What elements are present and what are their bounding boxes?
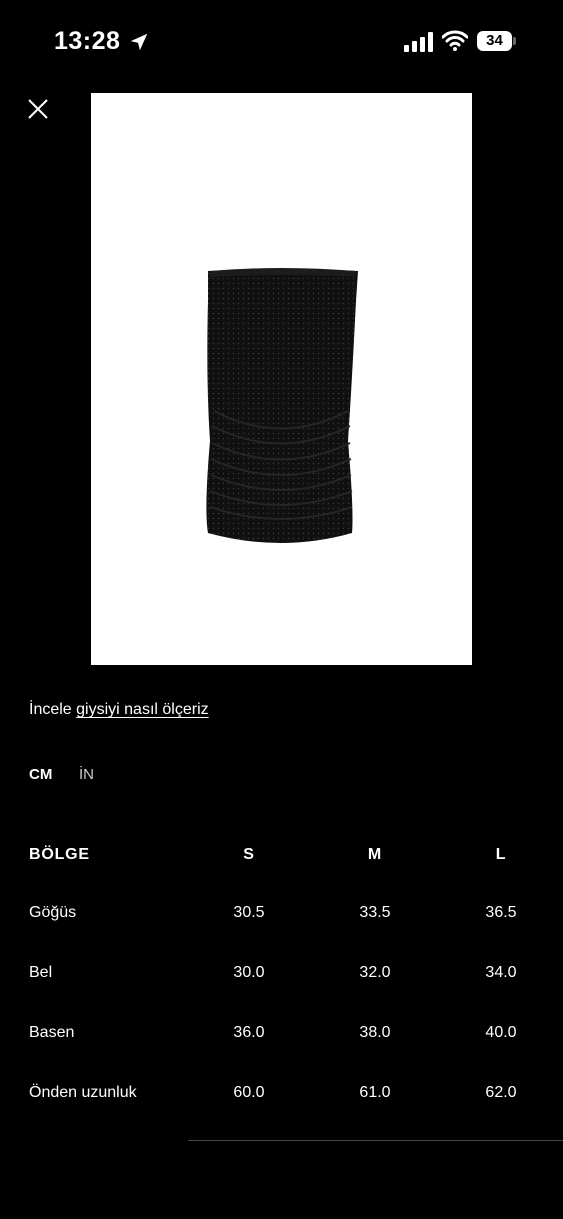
row-label: Göğüs xyxy=(29,904,77,921)
cell-value: 36.0 xyxy=(233,1024,265,1041)
header-size-m: M xyxy=(367,846,383,863)
cell-value: 34.0 xyxy=(485,964,517,981)
table-row: Basen 36.0 38.0 40.0 xyxy=(29,1024,563,1048)
table-row: Önden uzunluk 60.0 61.0 62.0 xyxy=(29,1084,563,1108)
wifi-icon xyxy=(442,30,468,51)
unit-cm-tab[interactable]: CM xyxy=(29,766,52,783)
status-time: 13:28 xyxy=(54,27,121,55)
battery-indicator: 34 xyxy=(477,31,512,51)
unit-in-tab[interactable]: İN xyxy=(79,766,94,783)
header-region: BÖLGE xyxy=(29,846,90,863)
measure-guide: İncele giysiyi nasıl ölçeriz xyxy=(29,701,209,719)
garment-illustration xyxy=(206,268,358,543)
close-icon[interactable] xyxy=(26,97,50,121)
battery-cap xyxy=(513,37,516,45)
location-arrow-icon xyxy=(130,33,148,51)
row-label: Önden uzunluk xyxy=(29,1084,137,1101)
row-label: Basen xyxy=(29,1024,75,1041)
product-image xyxy=(91,93,472,665)
divider xyxy=(188,1140,563,1141)
measure-prefix: İncele xyxy=(29,701,77,718)
cell-value: 30.5 xyxy=(233,904,265,921)
cell-value: 62.0 xyxy=(485,1084,517,1101)
table-row: Bel 30.0 32.0 34.0 xyxy=(29,964,563,988)
status-bar: 13:28 34 xyxy=(0,0,563,84)
measure-guide-link[interactable]: giysiyi nasıl ölçeriz xyxy=(76,701,208,718)
table-header-row: BÖLGE S M L xyxy=(29,846,563,870)
cell-value: 60.0 xyxy=(233,1084,265,1101)
header-size-s: S xyxy=(243,846,255,863)
cell-value: 38.0 xyxy=(359,1024,391,1041)
signal-icon xyxy=(404,32,433,52)
cell-value: 36.5 xyxy=(485,904,517,921)
cell-value: 40.0 xyxy=(485,1024,517,1041)
header-size-l: L xyxy=(495,846,507,863)
cell-value: 32.0 xyxy=(359,964,391,981)
cell-value: 30.0 xyxy=(233,964,265,981)
row-label: Bel xyxy=(29,964,53,981)
cell-value: 33.5 xyxy=(359,904,391,921)
cell-value: 61.0 xyxy=(359,1084,391,1101)
table-row: Göğüs 30.5 33.5 36.5 xyxy=(29,904,563,928)
